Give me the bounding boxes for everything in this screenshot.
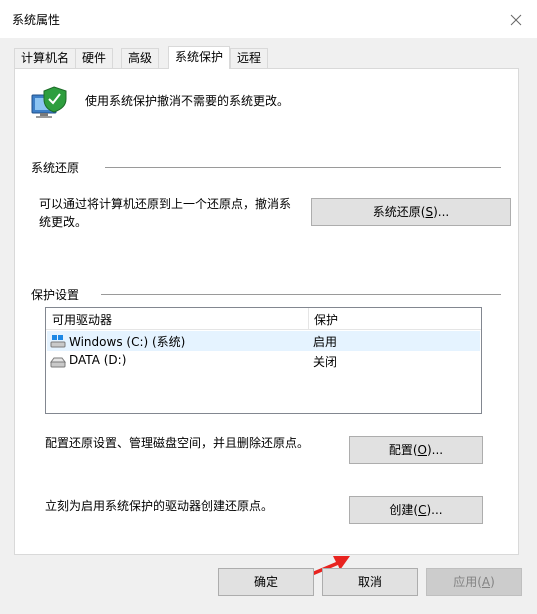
drives-list-header: 可用驱动器 保护 — [46, 308, 481, 330]
column-available-drives[interactable]: 可用驱动器 — [52, 311, 112, 328]
close-button[interactable] — [505, 9, 527, 31]
drive-name: DATA (D:) — [69, 353, 127, 367]
system-restore-description-line1: 可以通过将计算机还原到上一个还原点，撤消系 — [39, 197, 292, 211]
drive-row-c[interactable]: Windows (C:) (系统) 启用 — [47, 331, 480, 351]
close-icon — [510, 14, 522, 26]
configure-button-label: 配置( — [388, 443, 418, 457]
ok-button[interactable]: 确定 — [218, 568, 314, 596]
window-title: 系统属性 — [12, 13, 61, 27]
apply-button-label: 应用( — [453, 575, 482, 589]
system-restore-button-accel: S — [425, 205, 434, 219]
drives-list[interactable]: 可用驱动器 保护 Windows (C:) (系统) 启用 DATA (D:) … — [45, 307, 482, 414]
tab-remote[interactable]: 远程 — [230, 48, 269, 68]
system-restore-divider — [105, 167, 501, 168]
system-restore-button-suffix: )... — [433, 205, 450, 219]
protection-settings-divider — [101, 294, 501, 295]
configure-button-accel: O — [417, 443, 427, 457]
cancel-button[interactable]: 取消 — [322, 568, 418, 596]
intro-text: 使用系统保护撤消不需要的系统更改。 — [85, 94, 290, 108]
apply-button[interactable]: 应用(A) — [426, 568, 522, 596]
drive-protection-status: 关闭 — [313, 355, 338, 369]
tab-advanced[interactable]: 高级 — [121, 48, 160, 68]
drive-name: Windows (C:) (系统) — [69, 335, 186, 349]
configure-description: 配置还原设置、管理磁盘空间，并且删除还原点。 — [45, 436, 310, 450]
tab-system-protection[interactable]: 系统保护 — [168, 46, 231, 69]
system-restore-button-label: 系统还原( — [372, 205, 426, 219]
system-restore-description-line2: 统更改。 — [39, 215, 88, 229]
tab-panel: 使用系统保护撤消不需要的系统更改。 系统还原 可以通过将计算机还原到上一个还原点… — [14, 68, 519, 555]
apply-button-accel: A — [481, 575, 491, 589]
create-button[interactable]: 创建(C)... — [349, 496, 483, 524]
drive-icon — [50, 357, 66, 368]
create-button-label: 创建( — [389, 503, 419, 517]
dialog-body: 计算机名 硬件 高级 系统保护 远程 使用系统保护撤消不需要的系统更改。 系统还… — [0, 38, 537, 614]
system-drive-icon — [50, 335, 66, 348]
system-restore-group-title: 系统还原 — [31, 159, 86, 176]
configure-button-suffix: )... — [427, 443, 444, 457]
protection-settings-group-title: 保护设置 — [31, 286, 86, 303]
system-restore-button[interactable]: 系统还原(S)... — [311, 198, 511, 226]
column-separator — [308, 308, 309, 330]
create-button-suffix: )... — [426, 503, 443, 517]
system-protection-icon — [31, 86, 67, 118]
create-description: 立刻为启用系统保护的驱动器创建还原点。 — [45, 499, 274, 513]
title-bar: 系统属性 — [0, 0, 537, 38]
drive-row-d[interactable]: DATA (D:) 关闭 — [47, 351, 480, 371]
column-protection[interactable]: 保护 — [314, 311, 338, 328]
tab-hardware[interactable]: 硬件 — [75, 48, 114, 68]
tab-computer-name[interactable]: 计算机名 — [14, 48, 77, 68]
configure-button[interactable]: 配置(O)... — [349, 436, 483, 464]
apply-button-suffix: ) — [490, 575, 495, 589]
drive-protection-status: 启用 — [313, 335, 338, 349]
